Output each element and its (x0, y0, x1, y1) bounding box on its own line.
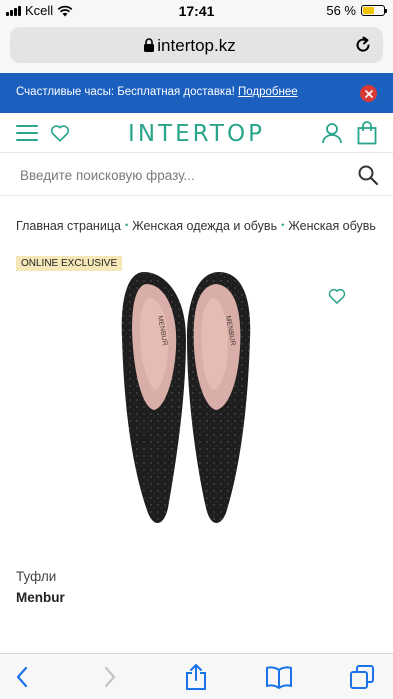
tabs-icon (350, 665, 374, 689)
product-type: Туфли (16, 569, 57, 584)
product-image[interactable]: MENBUR MENBUR (16, 258, 377, 548)
add-to-wishlist-heart-icon[interactable] (327, 286, 347, 306)
breadcrumb-home[interactable]: Главная страница (16, 219, 121, 233)
bookmarks-button[interactable] (265, 663, 293, 691)
search-input[interactable] (20, 164, 340, 186)
promo-text: Счастливые часы: Бесплатная доставка! (16, 86, 238, 98)
battery-percent: 56 % (326, 3, 356, 18)
share-button[interactable] (182, 663, 210, 691)
left-shoe: MENBUR (121, 272, 186, 524)
right-shoe: MENBUR (187, 272, 251, 524)
search-icon[interactable] (357, 164, 379, 186)
share-icon (186, 664, 206, 690)
url-field[interactable]: intertop.kz (10, 27, 383, 63)
battery-icon (361, 5, 387, 16)
back-button[interactable] (8, 663, 36, 691)
breadcrumb-women-shoes[interactable]: Женская обувь (288, 219, 376, 233)
breadcrumb-separator: • (124, 220, 129, 230)
bookmarks-icon (266, 666, 292, 689)
shopping-bag-icon[interactable] (357, 121, 377, 145)
battery-info: 56 % (326, 3, 387, 18)
promo-banner: Счастливые часы: Бесплатная доставка! По… (0, 73, 393, 113)
product-brand[interactable]: Menbur (16, 590, 65, 605)
forward-button[interactable] (96, 663, 124, 691)
url-text: intertop.kz (157, 36, 236, 55)
breadcrumb-women-clothing-shoes[interactable]: Женская одежда и обувь (132, 219, 277, 233)
browser-toolbar (0, 653, 393, 699)
status-bar: Kcell 17:41 56 % (0, 0, 393, 22)
battery-level (363, 7, 375, 14)
close-icon (364, 89, 373, 98)
promo-close-button[interactable] (360, 85, 377, 102)
user-icon[interactable] (321, 122, 343, 144)
browser-address-bar: intertop.kz (0, 22, 393, 73)
back-icon (16, 666, 28, 688)
online-exclusive-badge: ONLINE EXCLUSIVE (16, 256, 123, 271)
tabs-button[interactable] (348, 663, 376, 691)
site-header: INTERTOP (0, 113, 393, 153)
promo-message: Счастливые часы: Бесплатная доставка! По… (16, 86, 298, 98)
reload-icon[interactable] (353, 35, 373, 55)
breadcrumb-separator: • (281, 220, 285, 230)
forward-icon (104, 666, 116, 688)
search-bar (0, 154, 393, 196)
promo-details-link[interactable]: Подробнее (238, 86, 298, 98)
breadcrumb: Главная страница • Женская одежда и обувь •… (16, 219, 393, 233)
